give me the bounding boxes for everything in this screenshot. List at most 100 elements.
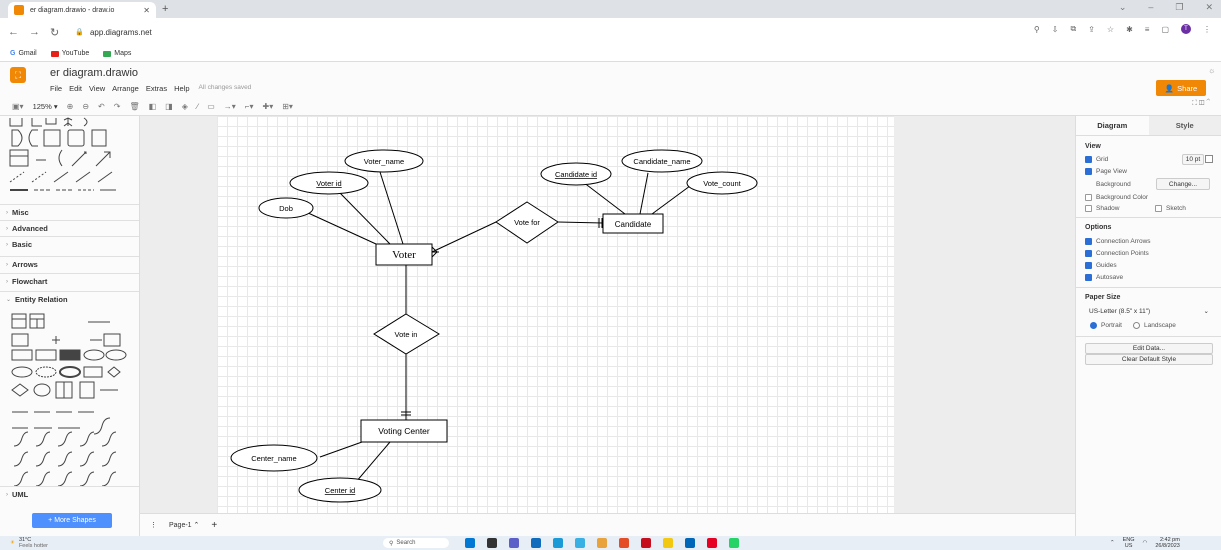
mail-icon[interactable]	[531, 538, 541, 548]
close-window-icon[interactable]: ✕	[1205, 2, 1213, 13]
attribute-center-id[interactable]: Center id	[298, 477, 382, 503]
undo-icon[interactable]: ↶	[98, 102, 105, 111]
relationship-vote-in[interactable]: Vote in	[373, 313, 440, 355]
whatsapp-icon[interactable]	[729, 538, 739, 548]
windows-start-icon[interactable]	[465, 538, 475, 548]
menu-extras[interactable]: Extras	[146, 84, 167, 93]
reading-list-icon[interactable]: ≡	[1145, 25, 1150, 34]
format-panel-icon[interactable]: ▣▾	[12, 102, 24, 111]
app-icon[interactable]	[685, 538, 695, 548]
zoom-in-icon[interactable]: ⊕	[67, 102, 74, 111]
menu-view[interactable]: View	[89, 84, 105, 93]
bookmark-star-icon[interactable]: ☆	[1107, 25, 1114, 34]
shadow-icon[interactable]: ▭	[207, 102, 215, 111]
connection-icon[interactable]: →▾	[224, 102, 236, 111]
shadow-checkbox[interactable]: Shadow	[1085, 205, 1120, 212]
attribute-vote-count[interactable]: Vote_count	[686, 171, 758, 195]
task-view-icon[interactable]	[487, 538, 497, 548]
pages-menu-icon[interactable]: ⋮	[150, 521, 157, 529]
sketch-checkbox[interactable]: Sketch	[1155, 205, 1186, 212]
section-arrows[interactable]: › Arrows	[0, 256, 139, 272]
zoom-select[interactable]: 125% ▾	[33, 102, 58, 111]
mcafee-icon[interactable]	[641, 538, 651, 548]
browser-tab[interactable]: er diagram.drawio - draw.io ✕	[8, 2, 156, 18]
more-menu-icon[interactable]: ⋮	[1203, 25, 1211, 34]
chrome-icon[interactable]	[619, 538, 629, 548]
entity-voter[interactable]: Voter	[375, 243, 433, 266]
share-button[interactable]: 👤 Share	[1156, 80, 1206, 96]
section-flowchart[interactable]: › Flowchart	[0, 273, 139, 289]
pinterest-icon[interactable]	[707, 538, 717, 548]
edge-icon[interactable]	[553, 538, 563, 548]
drawio-logo-icon[interactable]: ⛶	[10, 67, 26, 83]
theme-icon[interactable]: ☼	[1208, 66, 1215, 75]
reload-icon[interactable]: ↻	[50, 26, 59, 39]
section-entity-relation[interactable]: ⌄ Entity Relation	[0, 291, 139, 307]
background-color-checkbox[interactable]: Background Color	[1085, 194, 1148, 201]
photos-icon[interactable]	[597, 538, 607, 548]
entity-candidate[interactable]: Candidate	[602, 213, 664, 234]
attribute-candidate-name[interactable]: Candidate_name	[621, 149, 703, 173]
extensions-icon[interactable]: ✱	[1126, 25, 1133, 34]
portrait-radio[interactable]: Portrait	[1090, 322, 1122, 329]
translate-icon[interactable]: ⧉	[1070, 24, 1076, 34]
grid-size-input[interactable]: 10 pt	[1182, 154, 1204, 165]
to-back-icon[interactable]: ◨	[165, 102, 173, 111]
share-page-icon[interactable]: ⇪	[1088, 25, 1095, 34]
clock[interactable]: 2:42 pm 26/8/2023	[1155, 537, 1179, 549]
search-icon[interactable]: ⚲	[1034, 25, 1040, 34]
language-indicator[interactable]: ENG US	[1123, 537, 1135, 549]
insert-icon[interactable]: ✚▾	[262, 102, 273, 111]
section-misc[interactable]: › Misc	[0, 204, 139, 220]
bookmark-youtube[interactable]: YouTube	[50, 50, 89, 57]
teams-icon[interactable]	[509, 538, 519, 548]
tab-style[interactable]: Style	[1148, 116, 1221, 135]
forward-icon[interactable]: →	[29, 26, 40, 38]
connection-points-checkbox[interactable]: Connection Points	[1085, 250, 1149, 257]
attribute-candidate-id[interactable]: Candidate id	[540, 162, 612, 186]
attribute-voter-id[interactable]: Voter id	[289, 171, 369, 195]
back-icon[interactable]: ←	[8, 26, 19, 38]
landscape-radio[interactable]: Landscape	[1133, 322, 1176, 329]
weather-widget[interactable]: ☀ 31°C Feels hotter	[10, 537, 48, 549]
to-front-icon[interactable]: ◧	[149, 102, 157, 111]
clear-default-style-button[interactable]: Clear Default Style	[1085, 354, 1213, 365]
fill-color-icon[interactable]: ◈	[182, 102, 188, 111]
new-tab-icon[interactable]: +	[162, 3, 168, 15]
file-explorer-icon[interactable]	[663, 538, 673, 548]
attribute-center-name[interactable]: Center_name	[230, 444, 318, 472]
paper-size-select[interactable]: US-Letter (8.5" x 11") ⌄	[1085, 305, 1213, 317]
close-tab-icon[interactable]: ✕	[143, 6, 150, 15]
line-color-icon[interactable]: ∕	[197, 102, 198, 111]
menu-help[interactable]: Help	[174, 84, 189, 93]
add-page-button[interactable]: +	[211, 520, 217, 531]
profile-avatar[interactable]: T	[1181, 24, 1191, 34]
document-title[interactable]: er diagram.drawio	[50, 67, 138, 79]
bookmark-gmail[interactable]: G Gmail	[10, 50, 37, 57]
page-view-checkbox[interactable]: Page View	[1085, 168, 1127, 175]
minimize-icon[interactable]: –	[1148, 2, 1153, 13]
tab-diagram[interactable]: Diagram	[1076, 116, 1149, 135]
bookmark-maps[interactable]: Maps	[103, 50, 131, 57]
grid-color-swatch[interactable]	[1205, 155, 1213, 163]
zoom-out-icon[interactable]: ⊖	[82, 102, 89, 111]
store-icon[interactable]	[575, 538, 585, 548]
page-tab[interactable]: Page-1 ⌃	[169, 521, 199, 529]
autosave-checkbox[interactable]: Autosave	[1085, 274, 1123, 281]
fullscreen-icon[interactable]: ⛶ ◫ ⌃	[1192, 100, 1210, 108]
side-panel-icon[interactable]: ▢	[1161, 25, 1169, 34]
menu-edit[interactable]: Edit	[69, 84, 82, 93]
relationship-vote-for[interactable]: Vote for	[495, 201, 559, 244]
connection-arrows-checkbox[interactable]: Connection Arrows	[1085, 238, 1151, 245]
edit-data-button[interactable]: Edit Data...	[1085, 343, 1213, 354]
url-field[interactable]: 🔒 app.diagrams.net	[69, 23, 158, 41]
delete-icon[interactable]: 🗑	[129, 102, 139, 111]
waypoints-icon[interactable]: ⌐▾	[245, 102, 254, 111]
more-shapes-button[interactable]: + More Shapes	[32, 513, 112, 528]
menu-arrange[interactable]: Arrange	[112, 84, 139, 93]
section-basic[interactable]: › Basic	[0, 236, 139, 252]
attribute-voter-name[interactable]: Voter_name	[344, 149, 424, 173]
wifi-icon[interactable]: ◠	[1143, 540, 1148, 546]
grid-checkbox[interactable]: Grid	[1085, 156, 1108, 163]
chevron-down-icon[interactable]: ⌄	[1119, 2, 1127, 13]
